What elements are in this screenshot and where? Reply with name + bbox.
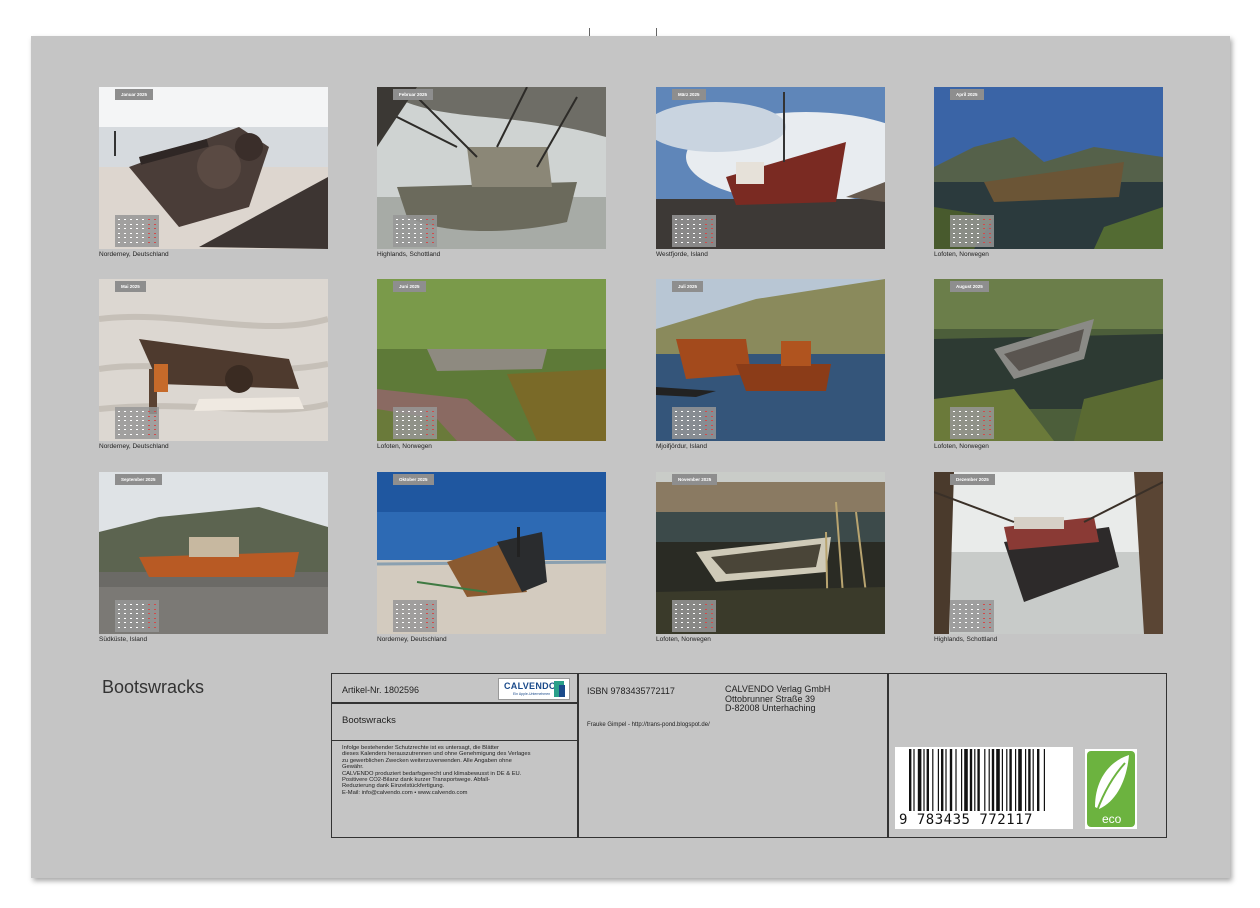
month-thumbnail: Oktober 2025 Norderney, Deutschland	[377, 472, 606, 643]
photo-caption: Westfjorde, Island	[656, 251, 708, 258]
mini-calendar	[672, 600, 716, 632]
binder-rings	[0, 0, 1260, 56]
photo-caption: Highlands, Schottland	[377, 251, 441, 258]
month-label: September 2025	[115, 474, 162, 485]
photo-caption: Norderney, Deutschland	[99, 443, 169, 450]
photo-caption: Lofoten, Norwegen	[934, 251, 989, 258]
article-number: Artikel-Nr. 1802596	[342, 685, 420, 695]
eco-label: eco	[1102, 812, 1122, 826]
month-thumbnail: April 2025 Lofoten, Norwegen	[934, 87, 1163, 258]
month-thumbnail: Januar 2025 Norderney, Deutschland	[99, 87, 328, 258]
mini-calendar	[115, 600, 159, 632]
month-thumbnail: Februar 2025 Highlands, Schottland	[377, 87, 606, 258]
month-thumbnail: November 2025 Lofoten, Norwegen	[656, 472, 885, 643]
isbn-barcode: 9 783435 772117	[895, 747, 1073, 829]
photo-caption: Lofoten, Norwegen	[656, 636, 711, 643]
photo-caption: Südküste, Island	[99, 636, 148, 643]
month-label: Juli 2025	[672, 281, 704, 292]
month-thumbnail: September 2025 Südküste, Island	[99, 472, 328, 643]
barcode-digits: 9 783435 772117	[899, 812, 1033, 828]
photo-caption: Highlands, Schottland	[934, 636, 998, 643]
author-credit: Frauke Gimpel - http://trans-pond.blogsp…	[587, 722, 710, 728]
month-thumbnail: Dezember 2025 Highlands, Schottland	[934, 472, 1163, 643]
barcode-bars-icon	[909, 749, 1045, 811]
mini-calendar	[115, 215, 159, 247]
mini-calendar	[393, 215, 437, 247]
mini-calendar	[950, 600, 994, 632]
month-label: Juni 2025	[393, 281, 426, 292]
photo-caption: Norderney, Deutschland	[99, 251, 169, 258]
mini-calendar	[950, 215, 994, 247]
mini-calendar	[950, 407, 994, 439]
month-label: Januar 2025	[115, 89, 154, 100]
publisher-address: CALVENDO Verlag GmbH Ottobrunner Straße …	[725, 684, 831, 713]
month-label: März 2025	[672, 89, 706, 100]
isbn: ISBN 9783435772117	[587, 686, 675, 696]
eco-badge: eco	[1085, 749, 1137, 829]
mini-calendar	[115, 407, 159, 439]
month-thumbnail: März 2025 Westfjorde, Island	[656, 87, 885, 258]
photo-caption: Norderney, Deutschland	[377, 636, 447, 643]
month-label: August 2025	[950, 281, 989, 292]
month-thumbnail: Juli 2025 Mjoifjördur, Island	[656, 279, 885, 450]
month-label: April 2025	[950, 89, 984, 100]
calendar-title: Bootswracks	[102, 677, 205, 697]
mini-calendar	[393, 407, 437, 439]
month-thumbnail: Mai 2025 Norderney, Deutschland	[99, 279, 328, 450]
logo-subtext: Ein Apple-Unternehmen	[513, 692, 551, 696]
mini-calendar	[672, 407, 716, 439]
month-label: Oktober 2025	[393, 474, 434, 485]
month-thumbnail: Juni 2025 Lofoten, Norwegen	[377, 279, 606, 450]
logo-text: CALVENDO	[504, 681, 557, 691]
product-title: Bootswracks	[342, 715, 396, 726]
photo-caption: Lofoten, Norwegen	[934, 443, 989, 450]
photo-caption: Mjoifjördur, Island	[656, 443, 707, 450]
month-label: Februar 2025	[393, 89, 434, 100]
mini-calendar	[672, 215, 716, 247]
mini-calendar	[393, 600, 437, 632]
month-label: Mai 2025	[115, 281, 146, 292]
month-thumbnail: August 2025 Lofoten, Norwegen	[934, 279, 1163, 450]
calvendo-logo: CALVENDO Ein Apple-Unternehmen	[498, 678, 570, 700]
month-label: November 2025	[672, 474, 718, 485]
photo-caption: Lofoten, Norwegen	[377, 443, 432, 450]
month-label: Dezember 2025	[950, 474, 995, 485]
legal-notice: Infolge bestehender Schutzrechte ist es …	[342, 745, 531, 796]
